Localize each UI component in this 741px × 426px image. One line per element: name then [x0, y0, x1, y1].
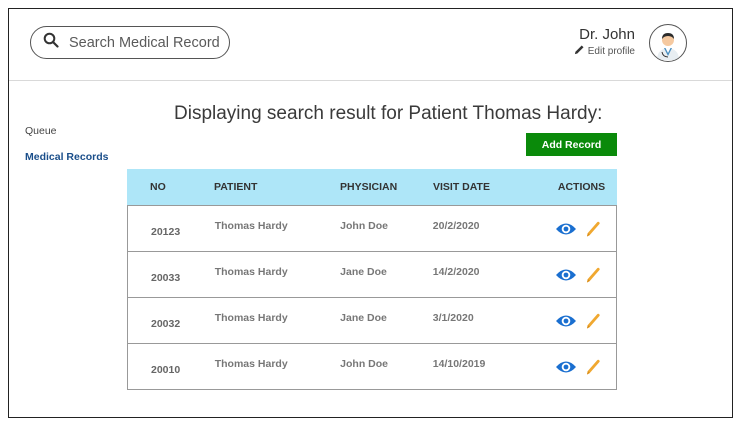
edit-profile-label: Edit profile — [587, 45, 635, 57]
table-row: 20123 Thomas Hardy John Doe 20/2/2020 — [128, 205, 616, 251]
record-number: 20010 — [151, 363, 181, 376]
column-header-patient: PATIENT — [214, 181, 258, 193]
patient-name: Thomas Hardy — [214, 357, 288, 370]
record-number: 20123 — [151, 225, 181, 238]
row-actions — [539, 358, 616, 376]
table-header: NO PATIENT PHYSICIAN VISIT DATE ACTIONS — [127, 169, 617, 205]
row-actions — [539, 220, 616, 238]
pencil-icon[interactable] — [585, 358, 601, 376]
patient-name: Thomas Hardy — [214, 311, 288, 324]
column-header-visit-date: VISIT DATE — [433, 181, 490, 193]
user-profile: Dr. John Edit profile — [527, 23, 687, 67]
edit-profile-link[interactable]: Edit profile — [574, 44, 635, 58]
visit-date: 20/2/2020 — [432, 219, 480, 232]
record-number: 20033 — [151, 271, 181, 284]
visit-date: 14/2/2020 — [432, 265, 480, 278]
patient-name: Thomas Hardy — [214, 219, 288, 232]
sidebar-item-medical-records[interactable]: Medical Records — [25, 151, 108, 163]
visit-date: 14/10/2019 — [432, 357, 486, 370]
table-row: 20010 Thomas Hardy John Doe 14/10/2019 — [128, 343, 616, 389]
search-bar[interactable] — [30, 26, 230, 59]
table-row: 20032 Thomas Hardy Jane Doe 3/1/2020 — [128, 297, 616, 343]
row-actions — [539, 312, 616, 330]
table-body: 20123 Thomas Hardy John Doe 20/2/2020 20… — [127, 205, 617, 390]
physician-name: John Doe — [340, 219, 389, 232]
eye-icon[interactable] — [555, 313, 577, 329]
physician-name: Jane Doe — [340, 265, 387, 278]
top-header: Dr. John Edit profile — [9, 9, 732, 81]
row-actions — [539, 266, 616, 284]
patient-name: Thomas Hardy — [214, 265, 288, 278]
pencil-icon — [574, 44, 585, 58]
pencil-icon[interactable] — [585, 312, 601, 330]
pencil-icon[interactable] — [585, 220, 601, 238]
user-name: Dr. John — [579, 26, 635, 43]
column-header-actions: ACTIONS — [557, 181, 606, 193]
physician-name: John Doe — [340, 357, 389, 370]
eye-icon[interactable] — [555, 221, 577, 237]
column-header-no: NO — [150, 181, 166, 193]
eye-icon[interactable] — [555, 359, 577, 375]
table-row: 20033 Thomas Hardy Jane Doe 14/2/2020 — [128, 251, 616, 297]
doctor-avatar-icon[interactable] — [649, 24, 687, 62]
sidebar-item-queue[interactable]: Queue — [25, 125, 57, 137]
search-icon — [43, 32, 59, 53]
search-input[interactable] — [69, 34, 219, 51]
record-number: 20032 — [151, 317, 181, 330]
pencil-icon[interactable] — [585, 266, 601, 284]
page-title: Displaying search result for Patient Tho… — [174, 103, 603, 124]
visit-date: 3/1/2020 — [432, 311, 474, 324]
physician-name: Jane Doe — [340, 311, 387, 324]
add-record-button[interactable]: Add Record — [526, 133, 617, 156]
eye-icon[interactable] — [555, 267, 577, 283]
column-header-physician: PHYSICIAN — [340, 181, 398, 193]
medical-records-table: NO PATIENT PHYSICIAN VISIT DATE ACTIONS … — [127, 169, 617, 390]
app-window: Dr. John Edit profile Queue Medical Re — [8, 8, 733, 418]
